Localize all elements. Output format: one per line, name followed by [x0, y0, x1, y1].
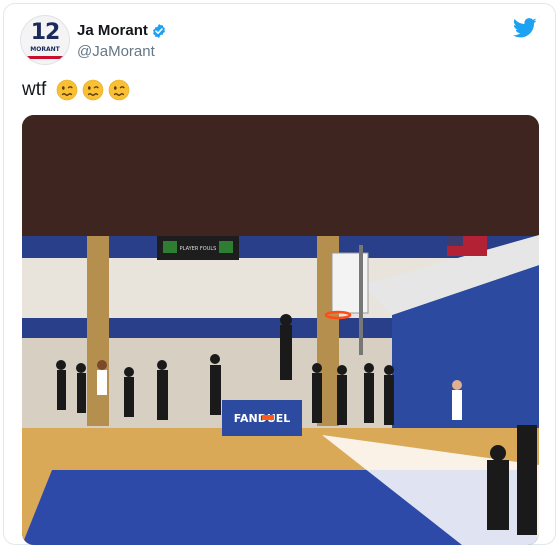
woozy-face-icon [56, 79, 78, 101]
verified-badge-icon [153, 24, 165, 38]
author-display-name[interactable]: Ja Morant [77, 22, 148, 39]
video-media[interactable]: PLAYER FOULS FANDUEL [22, 115, 539, 545]
avatar-jersey-name: MORANT [30, 46, 60, 53]
author-handle[interactable]: @JaMorant [77, 43, 155, 60]
tweet-text: wtf [22, 79, 47, 100]
scoreboard-label: PLAYER FOULS [180, 246, 217, 252]
avatar-jersey-number: 12 [30, 20, 61, 45]
twitter-bird-icon[interactable] [513, 18, 537, 38]
woozy-face-icon [108, 79, 130, 101]
avatar[interactable]: 12 MORANT [20, 15, 70, 65]
gym-scene: PLAYER FOULS FANDUEL [22, 115, 539, 545]
woozy-face-icon [82, 79, 104, 101]
avatar-stripe [21, 56, 69, 59]
